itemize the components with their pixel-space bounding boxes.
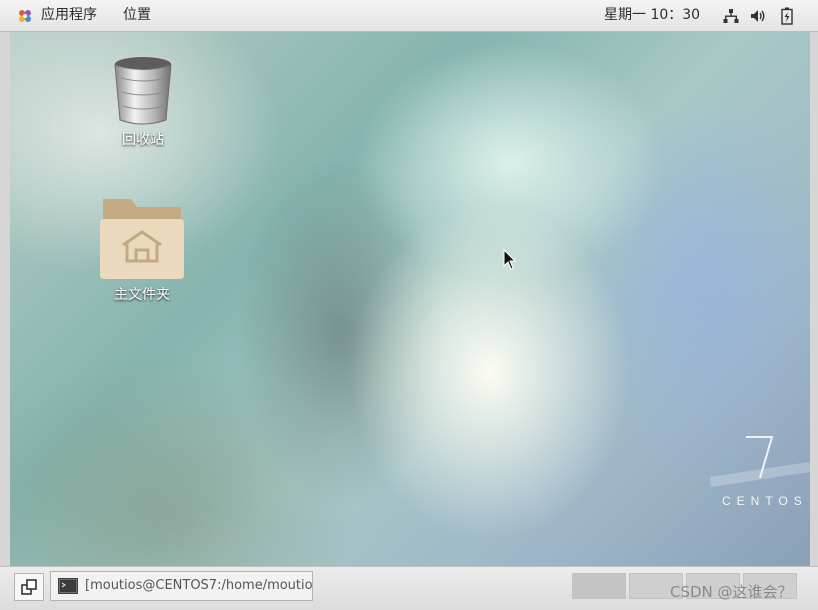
centos-logo: CENTOS <box>710 436 810 508</box>
trash-icon <box>113 55 173 125</box>
centos-logo-text: CENTOS <box>722 494 808 508</box>
desktop-icon-trash[interactable]: 回收站 <box>100 52 186 149</box>
battery-icon[interactable] <box>781 7 793 25</box>
taskbar-window-terminal[interactable]: [moutios@CENTOS7:/home/moutios] <box>50 571 313 601</box>
workspace-1[interactable] <box>572 573 626 599</box>
network-icon[interactable] <box>723 8 739 24</box>
applications-menu[interactable]: 应用程序 <box>41 0 97 31</box>
terminal-icon <box>58 578 78 594</box>
top-panel: 应用程序 位置 星期一 10：30 <box>0 0 818 32</box>
desktop-icon-home-folder[interactable]: 主文件夹 <box>92 197 192 304</box>
show-desktop-button[interactable] <box>14 573 44 601</box>
show-desktop-icon <box>21 579 37 595</box>
home-folder-icon <box>100 199 184 279</box>
applications-icon <box>19 10 31 22</box>
desktop-icon-label: 主文件夹 <box>114 287 170 303</box>
mouse-cursor-icon <box>503 249 517 270</box>
volume-icon[interactable] <box>750 8 766 24</box>
clock[interactable]: 星期一 10：30 <box>604 0 700 31</box>
desktop-icon-label: 回收站 <box>122 132 164 148</box>
taskbar-window-label: [moutios@CENTOS7:/home/moutios] <box>85 578 313 593</box>
watermark-text: CSDN @这谁会？ <box>670 583 793 601</box>
bottom-panel: [moutios@CENTOS7:/home/moutios] CSDN @这谁… <box>0 566 818 610</box>
desktop[interactable]: 回收站 主文件夹 CENTOS <box>10 32 810 566</box>
places-menu[interactable]: 位置 <box>123 0 151 31</box>
